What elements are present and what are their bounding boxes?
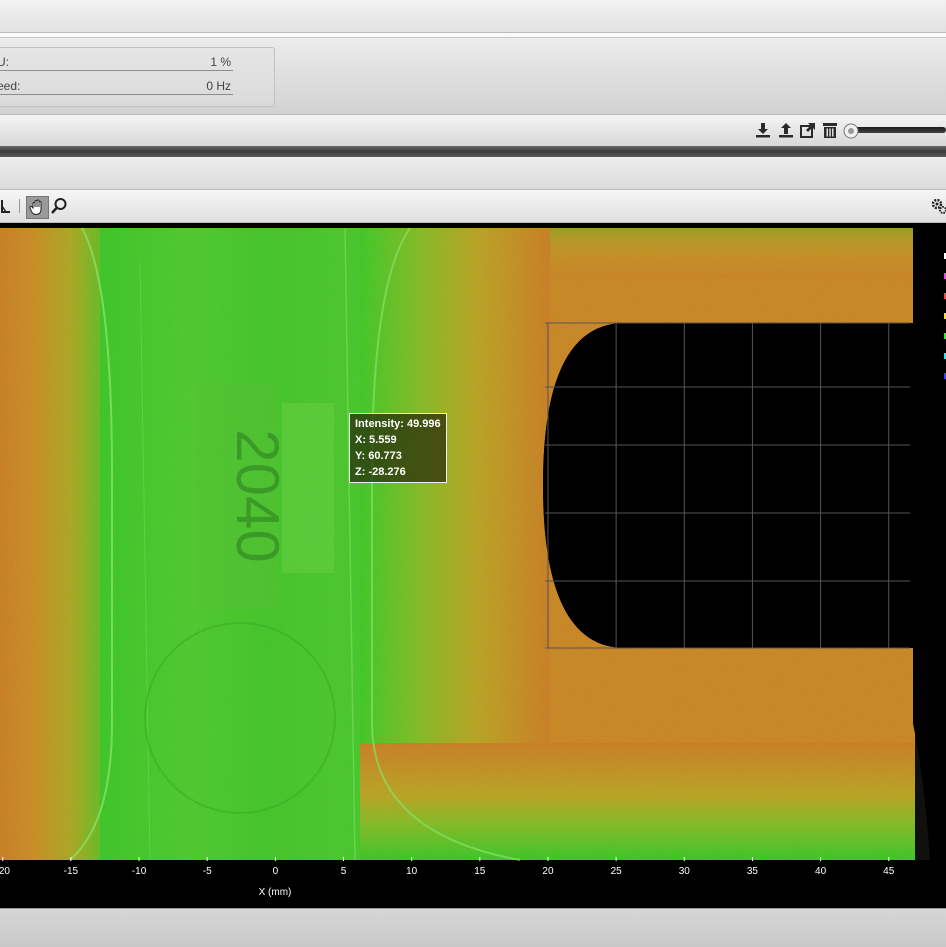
stats-panel: U: 1 % eed: 0 Hz xyxy=(0,47,275,107)
tooltip-z: Z: -28.276 xyxy=(355,466,406,478)
top-bar xyxy=(0,0,946,33)
angle-tool-icon[interactable] xyxy=(0,197,12,215)
x-tick-label: 35 xyxy=(747,866,759,877)
stat-row-cpu: U: 1 % xyxy=(0,54,233,71)
export-icon[interactable] xyxy=(799,121,817,139)
height-map-view[interactable]: 2040 -20-15-10-5051015202530354045 X (mm… xyxy=(0,223,946,908)
x-tick-label: 25 xyxy=(611,866,623,877)
x-tick-label: -5 xyxy=(203,866,212,877)
x-tick-label: -10 xyxy=(132,866,147,877)
settings-icon[interactable] xyxy=(930,197,946,215)
tooltip-y: Y: 60.773 xyxy=(355,450,402,462)
stat-label: U: xyxy=(0,55,9,69)
zoom-icon[interactable] xyxy=(50,197,68,215)
x-tick-label: 45 xyxy=(883,866,895,877)
x-tick-label: 0 xyxy=(273,866,279,877)
stat-value: 1 % xyxy=(210,55,231,69)
download-icon[interactable] xyxy=(754,121,772,139)
stat-row-speed: eed: 0 Hz xyxy=(0,78,233,95)
tooltip-intensity: Intensity: 49.996 xyxy=(355,418,441,430)
x-tick-label: 5 xyxy=(341,866,347,877)
stat-value: 0 Hz xyxy=(206,79,231,93)
x-tick-label: 40 xyxy=(815,866,827,877)
tooltip-x: X: 5.559 xyxy=(355,434,397,446)
stat-label: eed: xyxy=(0,79,21,93)
status-bar xyxy=(0,908,946,947)
x-tick-label: 20 xyxy=(542,866,554,877)
x-tick-label: 10 xyxy=(406,866,418,877)
hover-tooltip: Intensity: 49.996 X: 5.559 Y: 60.773 Z: … xyxy=(349,413,447,483)
toolbar-divider xyxy=(19,199,20,213)
upload-icon[interactable] xyxy=(777,121,795,139)
x-axis-label: X (mm) xyxy=(259,887,292,898)
playback-slider-track[interactable] xyxy=(850,127,946,133)
trash-icon[interactable] xyxy=(821,121,839,139)
x-tick-label: -20 xyxy=(0,866,10,877)
pan-hand-icon[interactable] xyxy=(26,196,49,219)
panel-header xyxy=(0,157,946,190)
slider-knob-icon[interactable] xyxy=(842,122,860,140)
x-tick-label: 30 xyxy=(679,866,691,877)
x-tick-label: 15 xyxy=(474,866,486,877)
data-toolbar xyxy=(0,115,946,147)
view-toolbar xyxy=(0,190,946,223)
heatmap-canvas[interactable]: 2040 -20-15-10-5051015202530354045 X (mm… xyxy=(0,223,946,908)
splitter-bar[interactable] xyxy=(0,146,946,157)
x-tick-label: -15 xyxy=(64,866,79,877)
